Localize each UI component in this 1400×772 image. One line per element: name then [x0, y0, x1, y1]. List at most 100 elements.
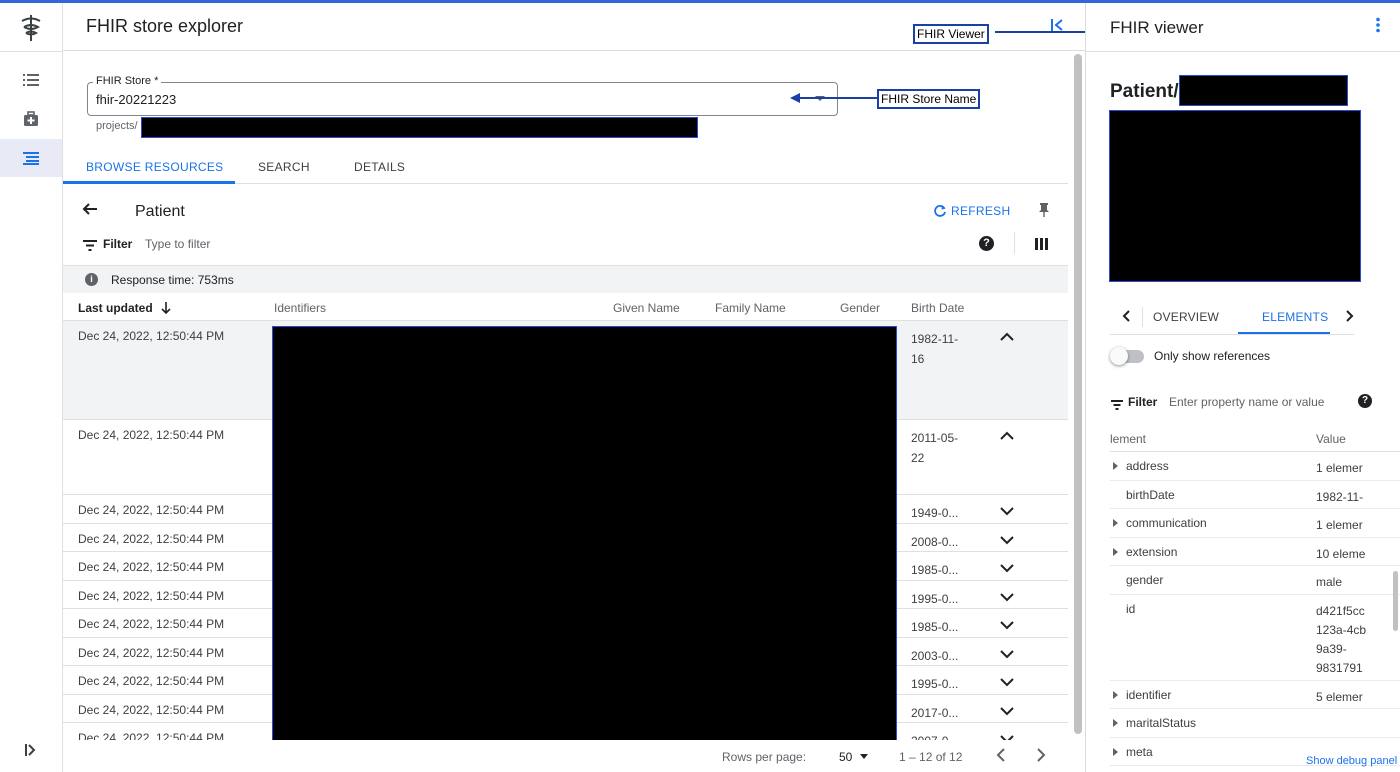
tab-search[interactable]: SEARCH [258, 160, 310, 174]
chevron-up-icon[interactable] [1000, 428, 1014, 446]
rail-item-fhir-browser[interactable] [0, 139, 62, 177]
tab-elements[interactable]: ELEMENTS [1262, 310, 1328, 324]
refresh-label: REFRESH [951, 204, 1011, 218]
active-tab-indicator [1238, 332, 1330, 334]
element-name: identifier [1126, 687, 1172, 702]
back-arrow-icon[interactable] [82, 200, 98, 223]
chevron-left-icon [1122, 310, 1130, 322]
column-header-value: Value [1316, 432, 1346, 446]
element-row[interactable]: extension 10 eleme [1110, 538, 1400, 566]
chevron-down-icon[interactable] [1000, 532, 1014, 550]
tab-divider [1142, 307, 1143, 327]
last-updated-cell: Dec 24, 2022, 12:50:44 PM [78, 329, 225, 343]
patient-resource-label: Patient/ [1110, 81, 1179, 102]
info-icon: i [85, 273, 98, 286]
more-vert-icon[interactable] [1375, 17, 1381, 38]
chevron-down-icon[interactable] [1000, 503, 1014, 521]
tab-overview[interactable]: OVERVIEW [1153, 310, 1219, 324]
main-scrollbar[interactable] [1074, 54, 1082, 734]
fhir-browser-icon [23, 152, 39, 165]
column-header-gender[interactable]: Gender [840, 301, 880, 315]
column-header-family-name[interactable]: Family Name [715, 301, 786, 315]
rail-item-list[interactable] [0, 61, 62, 99]
response-time-bar: i Response time: 753ms [63, 265, 1068, 293]
next-page-button[interactable] [1035, 747, 1047, 768]
fhir-viewer-panel: FHIR viewer Patient/ OVERVIEW ELEMENTS O… [1085, 3, 1400, 772]
expand-arrow-icon[interactable] [1113, 719, 1118, 727]
expand-arrow-icon[interactable] [1113, 547, 1118, 556]
resource-tabs: BROWSE RESOURCES SEARCH DETAILS [63, 152, 1068, 184]
tab-details[interactable]: DETAILS [354, 160, 405, 174]
element-row[interactable]: identifier 5 elemer [1110, 681, 1400, 709]
chevron-down-icon[interactable] [1000, 560, 1014, 578]
sort-arrow-down-icon [161, 302, 171, 314]
table-header: Last updated Identifiers Given Name Fami… [63, 293, 1068, 321]
filter-input[interactable]: Type to filter [145, 237, 210, 251]
medical-bag-icon [24, 111, 38, 126]
column-header-given-name[interactable]: Given Name [613, 301, 680, 315]
column-label: Last updated [78, 301, 153, 315]
last-updated-cell: Dec 24, 2022, 12:50:44 PM [78, 617, 225, 631]
response-time-text: Response time: 753ms [111, 273, 234, 287]
element-row[interactable]: address 1 elemer [1110, 452, 1400, 481]
toggle-knob[interactable] [1110, 347, 1128, 365]
element-row: birthDate 1982-11- [1110, 481, 1400, 509]
healthcare-logo-icon[interactable] [18, 13, 44, 43]
chevron-down-icon[interactable] [1000, 703, 1014, 721]
refresh-button[interactable]: REFRESH [933, 204, 1010, 218]
rows-per-page-select[interactable]: 50 [839, 750, 852, 764]
redacted-patient-id [1179, 75, 1348, 106]
birth-date-cell: 1949-0... [911, 506, 959, 520]
tabs-scroll-left-button[interactable] [1122, 309, 1132, 328]
column-header-last-updated[interactable]: Last updated [78, 301, 171, 315]
elements-table-header: lement Value [1110, 424, 1400, 452]
last-updated-cell: Dec 24, 2022, 12:50:44 PM [78, 588, 225, 603]
expand-arrow-icon[interactable] [1113, 690, 1118, 699]
element-name: birthDate [1126, 487, 1175, 502]
previous-page-button[interactable] [995, 747, 1007, 768]
expand-arrow-icon[interactable] [1113, 747, 1118, 756]
viewer-filter-input[interactable]: Enter property name or value [1169, 395, 1324, 409]
expand-arrow-icon[interactable] [1113, 519, 1118, 527]
help-icon[interactable]: ? [979, 236, 994, 251]
chevron-down-icon[interactable] [1000, 589, 1014, 607]
element-row[interactable]: communication 1 elemer [1110, 509, 1400, 538]
last-updated-cell: Dec 24, 2022, 12:50:44 PM [78, 503, 225, 517]
show-debug-panel-link[interactable]: Show debug panel [1306, 755, 1397, 767]
redacted-project-path [141, 117, 698, 138]
annotation-fhir-store-name: FHIR Store Name [877, 89, 981, 109]
list-icon [23, 74, 39, 86]
chevron-down-icon[interactable] [1000, 646, 1014, 664]
viewer-tabs: OVERVIEW ELEMENTS [1110, 299, 1354, 335]
tab-browse-resources[interactable]: BROWSE RESOURCES [86, 160, 224, 174]
birth-date-cell: 2011-05-22 [911, 431, 959, 465]
viewer-filter-label: Filter [1128, 395, 1158, 409]
element-row[interactable]: maritalStatus [1110, 709, 1400, 738]
help-icon[interactable]: ? [1358, 394, 1372, 408]
chevron-right-icon [1346, 310, 1354, 322]
expand-arrow-icon[interactable] [1113, 462, 1118, 470]
columns-icon[interactable] [1035, 237, 1048, 255]
tabs-scroll-right-button[interactable] [1344, 309, 1354, 328]
rail-expand[interactable] [0, 731, 62, 769]
last-updated-cell: Dec 24, 2022, 12:50:44 PM [78, 560, 225, 574]
chevron-down-icon[interactable] [1000, 617, 1014, 635]
viewer-scrollbar[interactable] [1393, 571, 1398, 631]
birth-date-cell: 2017-0... [911, 705, 959, 720]
last-updated-cell: Dec 24, 2022, 12:50:44 PM [78, 531, 225, 546]
element-name: meta [1126, 744, 1153, 759]
birth-date-cell: 2003-0... [911, 648, 959, 663]
pin-icon[interactable] [1038, 202, 1050, 223]
chevron-up-icon[interactable] [1000, 329, 1014, 347]
rail-item-medical[interactable] [0, 100, 62, 138]
redacted-patient-data [272, 326, 897, 742]
column-header-birth-date[interactable]: Birth Date [911, 301, 964, 315]
element-name: address [1126, 459, 1169, 473]
annotation-arrow-left-icon [790, 93, 878, 103]
rail-divider [0, 51, 62, 52]
birth-date-cell: 2008-0... [911, 534, 959, 549]
column-header-identifiers[interactable]: Identifiers [274, 301, 326, 315]
active-tab-indicator [63, 181, 235, 184]
fhir-store-select[interactable]: FHIR Store * fhir-20221223 [87, 75, 838, 116]
chevron-down-icon[interactable] [1000, 674, 1014, 692]
